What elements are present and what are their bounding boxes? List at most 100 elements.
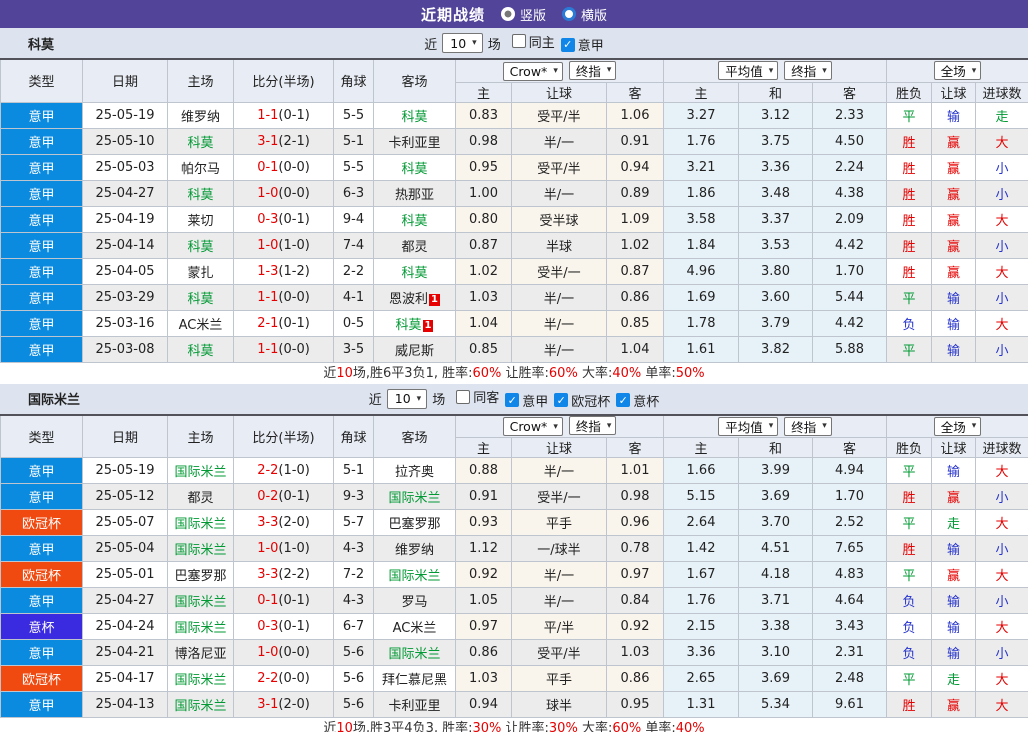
average-odds-cell: 4.42 [813, 232, 887, 258]
team-link[interactable]: 卡利亚里 [388, 136, 440, 151]
team-link[interactable]: 都灵 [401, 240, 427, 255]
score-cell: 1-1(0-0) [234, 284, 334, 310]
team-link[interactable]: 科莫 [187, 136, 213, 151]
column-header: 客场 [374, 415, 456, 458]
sub-column-header: 进球数 [976, 82, 1028, 102]
team-link[interactable]: 科莫 [187, 188, 213, 203]
filter-checkbox[interactable]: ✓意杯 [616, 391, 659, 410]
team-link[interactable]: 拉齐奥 [395, 465, 434, 480]
team-link[interactable]: 国际米兰 [174, 517, 226, 532]
team-link[interactable]: 威尼斯 [395, 344, 434, 359]
radio-vertical-label: 竖版 [520, 5, 546, 24]
team-link[interactable]: 国际米兰 [174, 699, 226, 714]
team-link[interactable]: 巴塞罗那 [388, 517, 440, 532]
league-badge: 意甲 [1, 102, 83, 128]
team-link[interactable]: 卡利亚里 [388, 699, 440, 714]
radio-option-horizontal[interactable]: 横版 [562, 5, 607, 24]
result-cell: 小 [976, 640, 1028, 666]
checkbox-checked-icon[interactable]: ✓ [616, 393, 630, 407]
checkbox-checked-icon[interactable]: ✓ [505, 393, 519, 407]
team-link[interactable]: 都灵 [187, 491, 213, 506]
avg-odds-select[interactable]: 平均值▾ [718, 61, 778, 80]
team-link[interactable]: 科莫 [187, 344, 213, 359]
match-date: 25-05-10 [83, 128, 168, 154]
odds-company-select[interactable]: Crow*▾ [503, 62, 563, 81]
handicap-odds-cell: 0.95 [456, 154, 512, 180]
result-cell: 平 [887, 284, 932, 310]
handicap-odds-cell: 0.92 [607, 614, 664, 640]
team-link[interactable]: 蒙扎 [187, 266, 213, 281]
checkbox-checked-icon[interactable]: ✓ [554, 393, 568, 407]
team-link[interactable]: 热那亚 [395, 188, 434, 203]
team-link[interactable]: 罗马 [401, 595, 427, 610]
avg-stage-select[interactable]: 终指▾ [784, 417, 832, 436]
filter-checkbox[interactable]: ✓欧冠杯 [554, 391, 610, 410]
summary-segment: 30% [549, 721, 578, 732]
sub-column-header: 和 [739, 82, 813, 102]
filter-checkbox[interactable]: ✓意甲 [505, 391, 548, 410]
match-count-select[interactable]: 10 ▾ [442, 33, 482, 53]
sub-column-header: 让球 [512, 438, 607, 458]
team-link[interactable]: AC米兰 [393, 621, 437, 636]
team-link[interactable]: 维罗纳 [395, 543, 434, 558]
team-link[interactable]: 科莫 [401, 162, 427, 177]
team-link[interactable]: 国际米兰 [174, 621, 226, 636]
checkbox-unchecked-icon[interactable] [512, 34, 526, 48]
team-link[interactable]: 科莫 [187, 240, 213, 255]
team-link[interactable]: 维罗纳 [181, 110, 220, 125]
odds-stage-select[interactable]: 终指▾ [569, 61, 617, 80]
result-cell: 大 [976, 614, 1028, 640]
team-link[interactable]: 科莫 [187, 292, 213, 307]
team-link[interactable]: 巴塞罗那 [174, 569, 226, 584]
sub-column-header: 客 [607, 82, 664, 102]
average-odds-cell: 3.12 [739, 102, 813, 128]
radio-selected-icon[interactable] [501, 7, 515, 21]
avg-stage-select[interactable]: 终指▾ [784, 61, 832, 80]
average-odds-cell: 4.64 [813, 588, 887, 614]
team-link[interactable]: 科莫 [401, 110, 427, 125]
average-odds-cell: 4.42 [813, 310, 887, 336]
team-link[interactable]: 国际米兰 [388, 491, 440, 506]
team-link[interactable]: 国际米兰 [174, 543, 226, 558]
team-link[interactable]: 恩波利 [389, 292, 428, 307]
match-count-select[interactable]: 10 ▾ [387, 389, 427, 409]
scope-select[interactable]: 全场▾ [934, 61, 982, 80]
team-link[interactable]: 国际米兰 [174, 595, 226, 610]
title-bar: 近期战绩 竖版 横版 [0, 0, 1028, 28]
radio-unselected-icon[interactable] [562, 7, 576, 21]
handicap-odds-cell: 0.80 [456, 206, 512, 232]
average-odds-cell: 3.53 [739, 232, 813, 258]
scope-select[interactable]: 全场▾ [934, 417, 982, 436]
odds-company-select[interactable]: Crow*▾ [503, 417, 563, 436]
team-link[interactable]: 国际米兰 [174, 673, 226, 688]
team-link[interactable]: 国际米兰 [174, 465, 226, 480]
filter-checkbox[interactable]: ✓意甲 [561, 35, 604, 54]
handicap-odds-cell: 1.03 [456, 666, 512, 692]
team-link[interactable]: 莱切 [187, 214, 213, 229]
team-link[interactable]: 帕尔马 [181, 162, 220, 177]
team-link[interactable]: AC米兰 [179, 318, 223, 333]
team-link[interactable]: 拜仁慕尼黑 [382, 673, 447, 688]
filter-controls: 近 10 ▾ 场 同客✓意甲✓欧冠杯✓意杯 [369, 387, 660, 410]
filter-checkbox[interactable]: 同主 [512, 32, 555, 51]
filter-checkbox[interactable]: 同客 [456, 387, 499, 406]
team-link[interactable]: 国际米兰 [388, 647, 440, 662]
odds-stage-select[interactable]: 终指▾ [569, 416, 617, 435]
average-odds-cell: 2.24 [813, 154, 887, 180]
checkbox-unchecked-icon[interactable] [456, 390, 470, 404]
avg-odds-select[interactable]: 平均值▾ [718, 417, 778, 436]
average-odds-cell: 4.51 [739, 536, 813, 562]
checkbox-checked-icon[interactable]: ✓ [561, 38, 575, 52]
average-odds-cell: 4.50 [813, 128, 887, 154]
team-link[interactable]: 国际米兰 [388, 569, 440, 584]
team-link[interactable]: 科莫 [396, 318, 422, 333]
team-link[interactable]: 科莫 [401, 266, 427, 281]
team-cell: 国际米兰 [374, 562, 456, 588]
team-cell: 热那亚 [374, 180, 456, 206]
score-cell: 0-3(0-1) [234, 206, 334, 232]
team-link[interactable]: 科莫 [401, 214, 427, 229]
radio-option-vertical[interactable]: 竖版 [501, 5, 546, 24]
result-cell: 负 [887, 614, 932, 640]
summary-segment: 40% [612, 366, 641, 381]
team-link[interactable]: 博洛尼亚 [174, 647, 226, 662]
